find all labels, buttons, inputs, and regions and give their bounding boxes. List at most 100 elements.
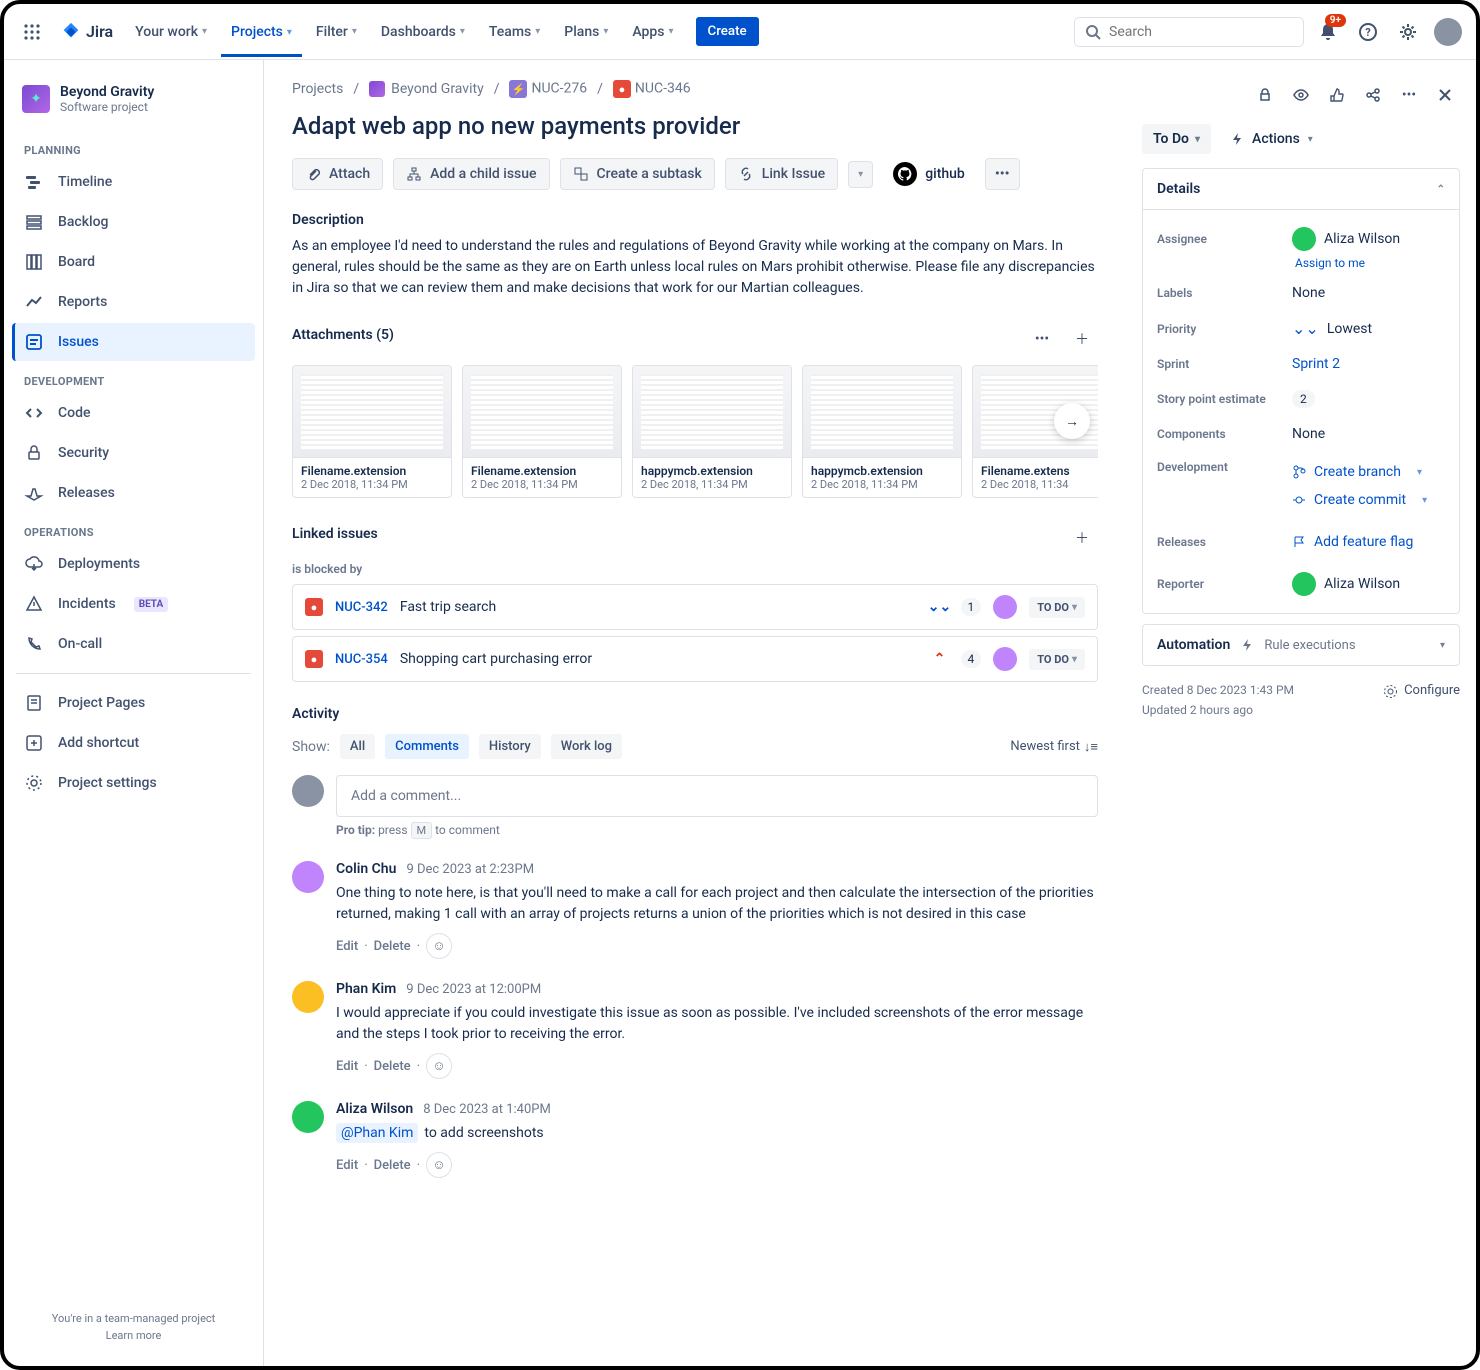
react-button[interactable]: ☺	[426, 1152, 452, 1178]
delete-link[interactable]: Delete	[374, 939, 411, 954]
notifications-icon[interactable]: 9+	[1312, 16, 1344, 48]
assignee-value[interactable]: Aliza Wilson	[1292, 227, 1445, 251]
storypoints-value[interactable]: 2	[1292, 390, 1445, 408]
mention[interactable]: @Phan Kim	[336, 1123, 418, 1143]
add-child-button[interactable]: Add a child issue	[393, 158, 549, 190]
create-button[interactable]: Create	[696, 17, 759, 46]
link-issue-add[interactable]: ＋	[1066, 522, 1098, 554]
automation-panel[interactable]: Automation Rule executions ▾	[1142, 624, 1460, 666]
tab-all[interactable]: All	[340, 734, 375, 759]
delete-link[interactable]: Delete	[374, 1158, 411, 1173]
components-value[interactable]: None	[1292, 426, 1445, 442]
edit-link[interactable]: Edit	[336, 939, 358, 954]
sidebar-security[interactable]: Security	[12, 434, 255, 472]
delete-link[interactable]: Delete	[374, 1059, 411, 1074]
tab-history[interactable]: History	[479, 734, 541, 759]
configure-link[interactable]: Configure	[1383, 680, 1460, 702]
create-branch-link[interactable]: Create branch▾	[1292, 460, 1422, 484]
attachment-card[interactable]: happymcb.extension2 Dec 2018, 11:34 PM	[802, 365, 962, 498]
feature-flag-link[interactable]: Add feature flag	[1292, 530, 1413, 554]
bc-epic[interactable]: ⚡NUC-276	[509, 80, 587, 98]
attachments-more[interactable]: •••	[1026, 323, 1058, 355]
sidebar-releases[interactable]: Releases	[12, 474, 255, 512]
sidebar-code[interactable]: Code	[12, 394, 255, 432]
nav-your-work[interactable]: Your work▾	[125, 16, 217, 48]
nav-plans[interactable]: Plans▾	[554, 16, 618, 48]
nav-projects[interactable]: Projects▾	[221, 7, 302, 57]
attachment-card[interactable]: Filename.extension2 Dec 2018, 11:34 PM	[462, 365, 622, 498]
sidebar-timeline[interactable]: Timeline	[12, 163, 255, 201]
details-header[interactable]: Details⌃	[1143, 169, 1459, 210]
linked-issue-row[interactable]: ● NUC-354 Shopping cart purchasing error…	[292, 636, 1098, 682]
description-text[interactable]: As an employee I'd need to understand th…	[292, 236, 1098, 299]
watch-icon[interactable]	[1286, 80, 1316, 110]
react-button[interactable]: ☺	[426, 933, 452, 959]
subtask-button[interactable]: Create a subtask	[560, 158, 715, 190]
assign-to-me[interactable]: Assign to me	[1295, 256, 1459, 270]
sidebar-deployments[interactable]: Deployments	[12, 545, 255, 583]
sprint-value[interactable]: Sprint 2	[1292, 356, 1445, 372]
sidebar-add-shortcut[interactable]: Add shortcut	[12, 724, 255, 762]
status-pill[interactable]: TO DO ▾	[1029, 597, 1085, 618]
attachments-next[interactable]: →	[1054, 403, 1090, 439]
sidebar-project-settings[interactable]: Project settings	[12, 764, 255, 802]
status-dropdown[interactable]: To Do▾	[1142, 124, 1211, 154]
attachments-add[interactable]: ＋	[1066, 323, 1098, 355]
search-input[interactable]	[1109, 24, 1293, 40]
status-pill[interactable]: TO DO ▾	[1029, 649, 1085, 670]
actions-dropdown[interactable]: Actions▾	[1219, 124, 1324, 154]
more-icon[interactable]: •••	[1394, 80, 1424, 110]
sidebar-project-pages[interactable]: Project Pages	[12, 684, 255, 722]
comment-author[interactable]: Aliza Wilson	[336, 1101, 413, 1117]
lock-icon[interactable]	[1250, 80, 1280, 110]
reporter-value[interactable]: Aliza Wilson	[1292, 572, 1445, 596]
issue-key[interactable]: NUC-354	[335, 652, 388, 667]
nav-teams[interactable]: Teams▾	[479, 16, 550, 48]
issue-title[interactable]: Adapt web app no new payments provider	[292, 112, 1098, 140]
link-dropdown[interactable]: ▾	[848, 161, 873, 188]
tab-comments[interactable]: Comments	[385, 734, 469, 759]
project-header[interactable]: Beyond Gravity Software project	[12, 76, 255, 122]
link-button[interactable]: Link Issue	[725, 158, 838, 190]
bc-issue[interactable]: ●NUC-346	[613, 80, 691, 98]
tab-worklog[interactable]: Work log	[551, 734, 622, 759]
edit-link[interactable]: Edit	[336, 1158, 358, 1173]
nav-dashboards[interactable]: Dashboards▾	[371, 16, 475, 48]
settings-icon[interactable]	[1392, 16, 1424, 48]
react-button[interactable]: ☺	[426, 1053, 452, 1079]
linked-issue-row[interactable]: ● NUC-342 Fast trip search ⌄⌄ 1 TO DO ▾	[292, 584, 1098, 630]
attach-button[interactable]: Attach	[292, 158, 383, 190]
jira-logo[interactable]: Jira	[52, 21, 121, 43]
share-icon[interactable]	[1358, 80, 1388, 110]
comment-author[interactable]: Phan Kim	[336, 981, 396, 997]
attachment-card[interactable]: Filename.extension2 Dec 2018, 11:34 PM	[292, 365, 452, 498]
help-icon[interactable]: ?	[1352, 16, 1384, 48]
sidebar-board[interactable]: Board	[12, 243, 255, 281]
bc-project[interactable]: Beyond Gravity	[369, 81, 484, 97]
create-commit-link[interactable]: Create commit▾	[1292, 488, 1427, 512]
nav-apps[interactable]: Apps▾	[622, 16, 683, 48]
priority-value[interactable]: ⌄⌄Lowest	[1292, 319, 1445, 338]
sidebar-reports[interactable]: Reports	[12, 283, 255, 321]
learn-more-link[interactable]: Learn more	[20, 1329, 247, 1342]
nav-filter[interactable]: Filter▾	[306, 16, 367, 48]
app-switcher-icon[interactable]	[16, 16, 48, 48]
attachment-card[interactable]: happymcb.extension2 Dec 2018, 11:34 PM	[632, 365, 792, 498]
vote-icon[interactable]	[1322, 80, 1352, 110]
close-icon[interactable]	[1430, 80, 1460, 110]
sidebar-oncall[interactable]: On-call	[12, 625, 255, 663]
comment-input[interactable]: Add a comment...	[336, 775, 1098, 817]
edit-link[interactable]: Edit	[336, 1059, 358, 1074]
sort-button[interactable]: Newest first↓≡	[1010, 739, 1098, 755]
bc-projects[interactable]: Projects	[292, 81, 343, 97]
more-actions[interactable]: •••	[985, 158, 1020, 190]
comment-author[interactable]: Colin Chu	[336, 861, 396, 877]
profile-avatar[interactable]	[1432, 16, 1464, 48]
sidebar-backlog[interactable]: Backlog	[12, 203, 255, 241]
labels-value[interactable]: None	[1292, 285, 1445, 301]
search-box[interactable]	[1074, 17, 1304, 47]
sidebar-issues[interactable]: Issues	[12, 323, 255, 361]
github-button[interactable]: github	[883, 156, 975, 192]
issue-key[interactable]: NUC-342	[335, 600, 388, 615]
sidebar-incidents[interactable]: IncidentsBETA	[12, 585, 255, 623]
